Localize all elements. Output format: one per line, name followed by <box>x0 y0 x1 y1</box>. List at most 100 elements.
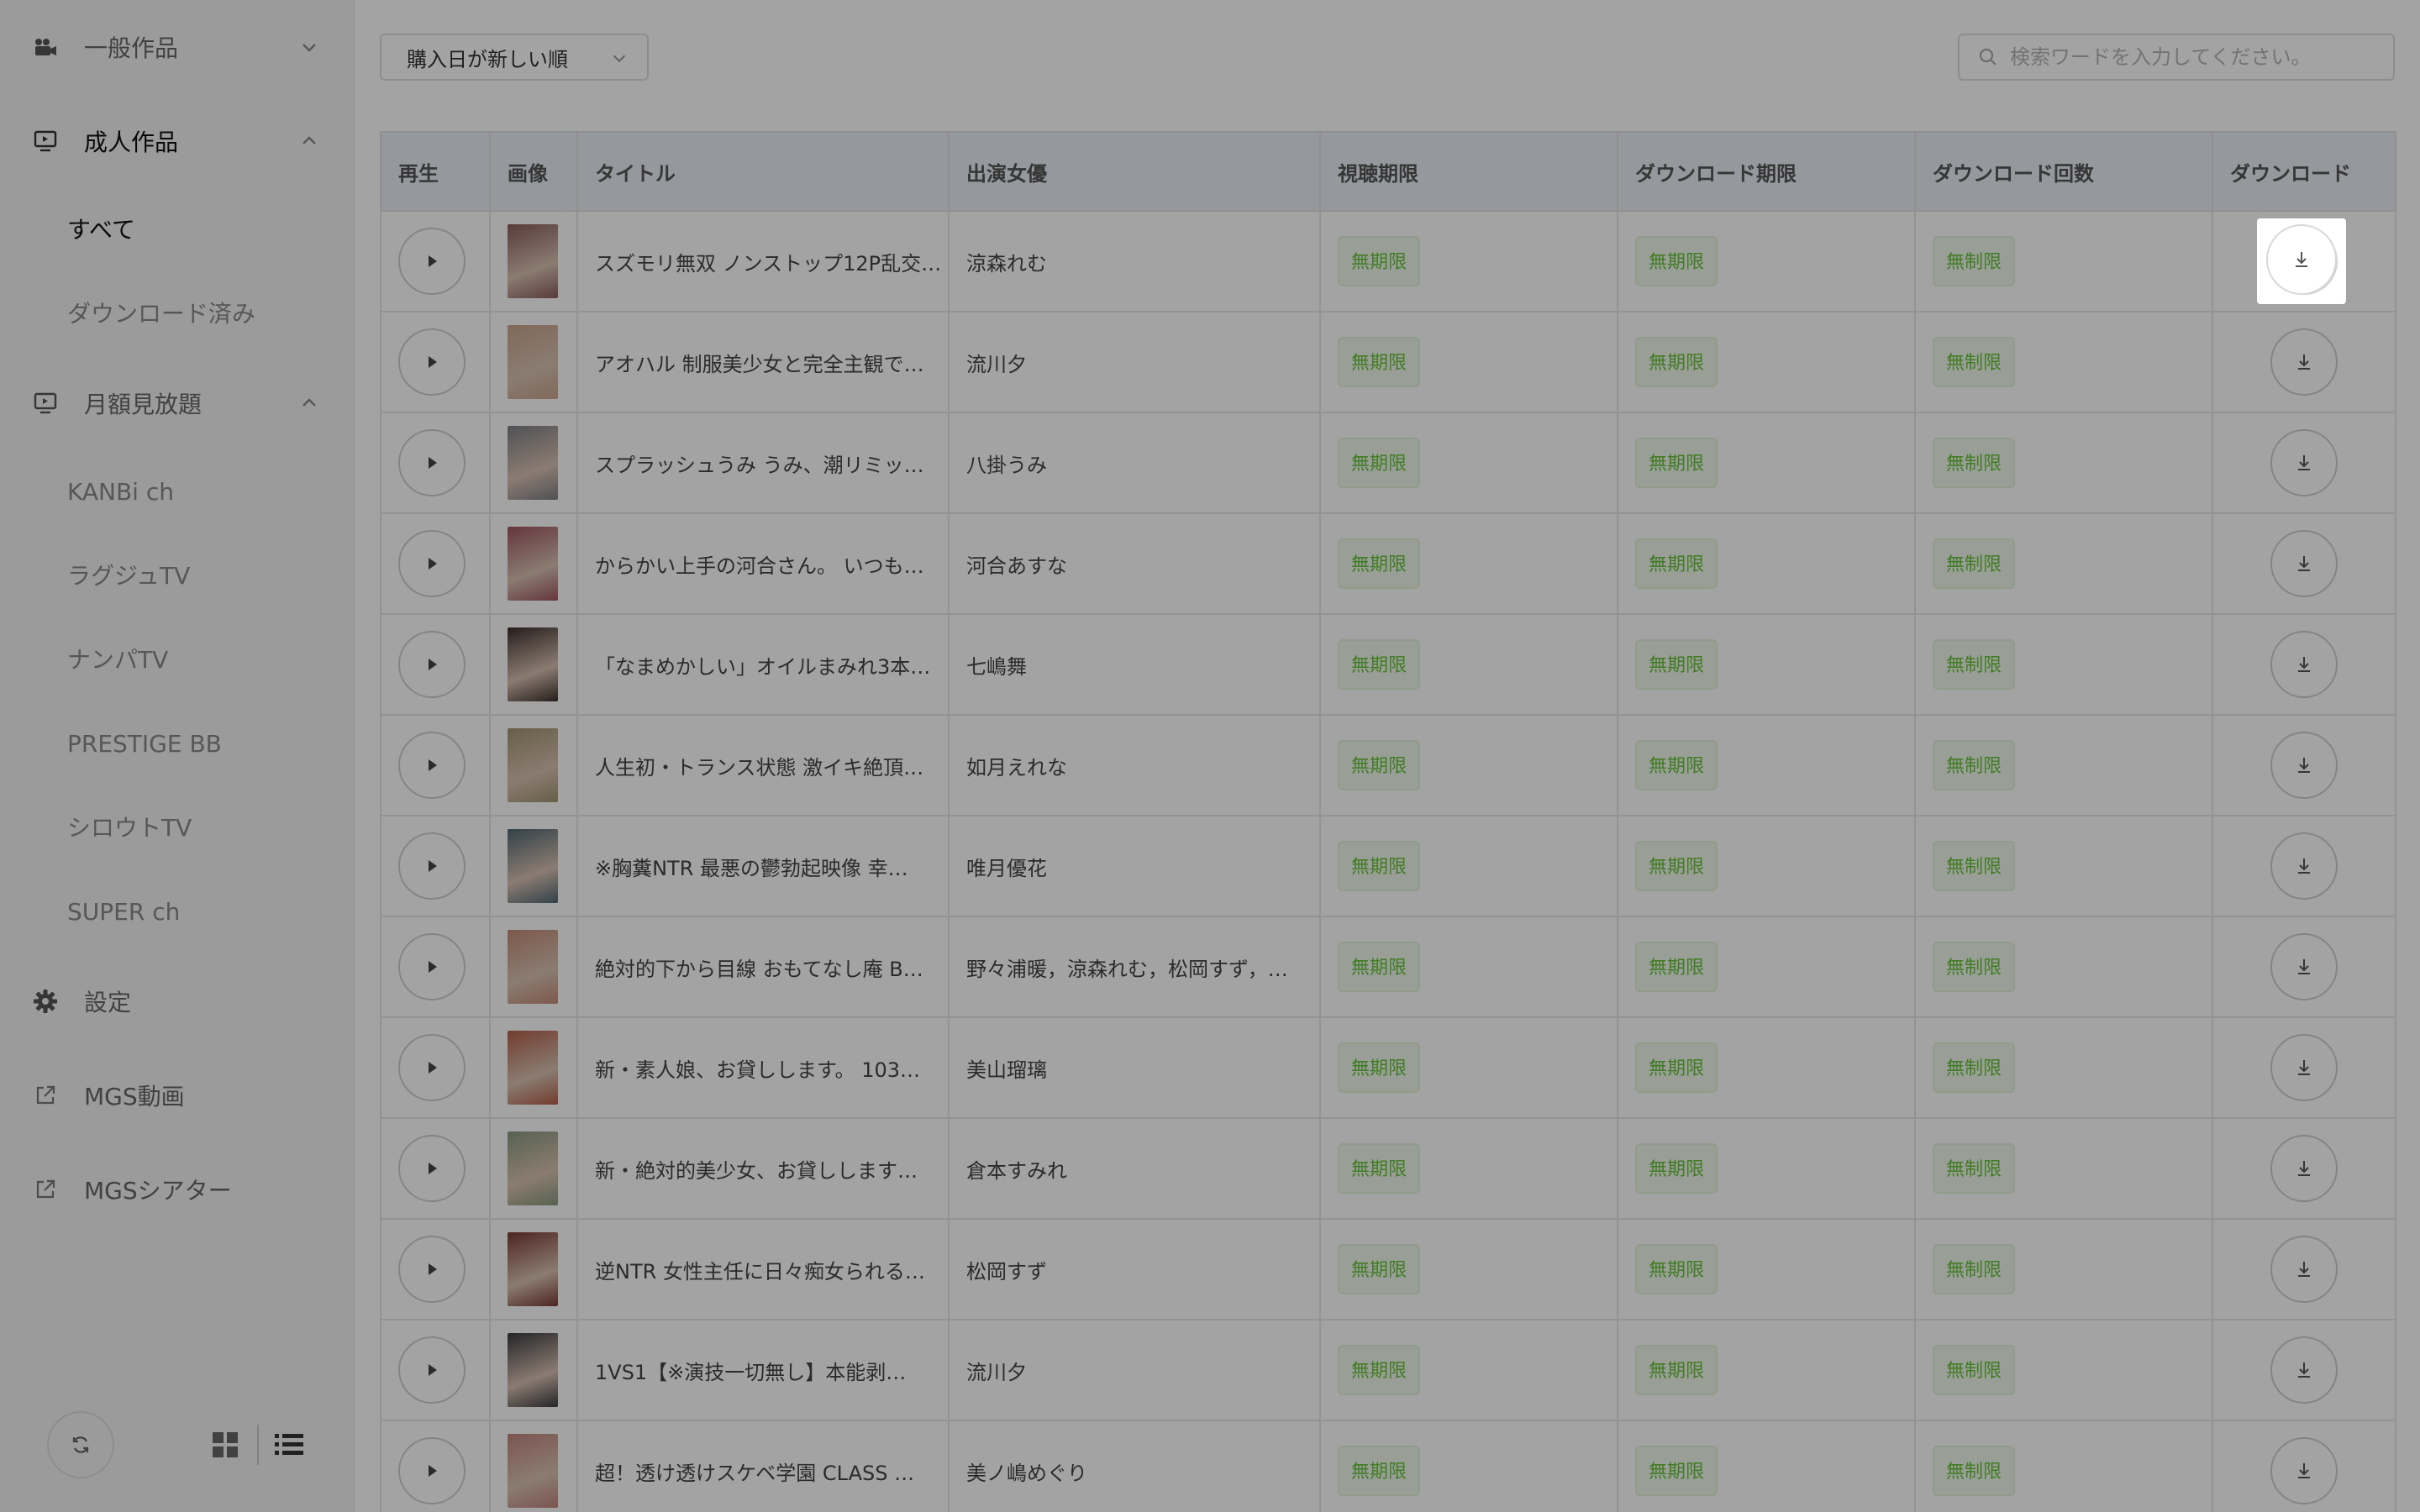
play-button[interactable] <box>398 1336 466 1404</box>
nav-link-mgs-theater[interactable]: MGSシアター <box>0 1156 355 1223</box>
cell-download <box>2212 916 2396 1018</box>
thumbnail-image[interactable] <box>508 829 558 903</box>
play-icon <box>429 860 437 872</box>
nav-adult-works[interactable]: 成人作品 <box>0 108 355 175</box>
nav-monthly[interactable]: 月額見放題 <box>0 370 355 437</box>
status-badge: 無制限 <box>1933 1042 2016 1093</box>
sidebar-item-downloaded[interactable]: ダウンロード済み <box>67 289 255 339</box>
cell-title: アオハル 制服美少女と完全主観で… <box>576 311 950 413</box>
play-button[interactable] <box>398 1135 466 1202</box>
download-icon <box>2298 1060 2310 1075</box>
download-icon <box>2298 556 2310 571</box>
list-view-icon[interactable] <box>274 1430 304 1460</box>
thumbnail-image[interactable] <box>508 1031 558 1105</box>
grid-view-icon[interactable] <box>212 1431 239 1458</box>
video-camera-icon <box>32 34 59 60</box>
cell-download <box>2212 1420 2396 1512</box>
play-button[interactable] <box>398 1437 466 1504</box>
col-header-image: 画像 <box>489 131 578 212</box>
play-button[interactable] <box>398 631 466 698</box>
col-header-download-count: ダウンロード回数 <box>1914 131 2213 212</box>
cell-image <box>489 1016 578 1119</box>
download-button[interactable] <box>2270 631 2338 698</box>
status-badge: 無制限 <box>1933 841 2016 891</box>
play-button[interactable] <box>398 732 466 799</box>
search-box[interactable] <box>1958 34 2395 81</box>
sidebar-item-superch[interactable]: SUPER ch <box>67 887 180 937</box>
download-button[interactable] <box>2270 530 2338 597</box>
download-button[interactable] <box>2270 732 2338 799</box>
nav-adult-works-label: 成人作品 <box>84 129 179 156</box>
download-button[interactable] <box>2270 832 2338 900</box>
status-badge: 無期限 <box>1635 740 1718 790</box>
sidebar-item-shiroutotv[interactable]: シロウトTV <box>67 803 192 853</box>
refresh-button[interactable] <box>47 1411 114 1478</box>
table-row: 人生初・トランス状態 激イキ絶頂… 如月えれな 無期限 無期限 無制限 <box>380 714 2396 816</box>
thumbnail-image[interactable] <box>508 627 558 701</box>
download-button[interactable] <box>2270 1236 2338 1303</box>
title-text: 人生初・トランス状態 激イキ絶頂… <box>595 755 924 780</box>
actress-text: 河合あすな <box>966 554 1067 578</box>
sort-select[interactable]: 購入日が新しい順 <box>380 34 649 81</box>
thumbnail-image[interactable] <box>508 1131 558 1205</box>
thumbnail-image[interactable] <box>508 728 558 802</box>
thumbnail-image[interactable] <box>508 930 558 1004</box>
play-button[interactable] <box>398 1236 466 1303</box>
status-badge: 無期限 <box>1635 538 1718 589</box>
title-text: 1VS1【※演技一切無し】本能剥… <box>595 1360 907 1384</box>
play-button[interactable] <box>398 1034 466 1101</box>
play-icon <box>429 356 437 368</box>
status-badge: 無期限 <box>1635 1446 1718 1496</box>
status-badge: 無期限 <box>1338 1042 1421 1093</box>
download-icon <box>2298 758 2310 773</box>
play-icon <box>429 457 437 469</box>
cell-view-limit: 無期限 <box>1319 613 1618 716</box>
sidebar-item-all[interactable]: すべて <box>67 205 135 255</box>
play-button[interactable] <box>398 530 466 597</box>
cell-actress: 美ノ嶋めぐり <box>948 1420 1321 1512</box>
download-button[interactable] <box>2270 933 2338 1000</box>
title-text: ※胸糞NTR 最悪の鬱勃起映像 幸… <box>595 856 908 880</box>
nav-link-mgs-video[interactable]: MGS動画 <box>0 1062 355 1129</box>
thumbnail-image[interactable] <box>508 1434 558 1508</box>
highlighted-download-button[interactable] <box>2266 224 2337 295</box>
download-icon <box>2298 1161 2310 1176</box>
cell-view-limit: 無期限 <box>1319 311 1618 413</box>
cell-download-count: 無制限 <box>1914 412 2213 514</box>
play-button[interactable] <box>398 832 466 900</box>
table-row: ※胸糞NTR 最悪の鬱勃起映像 幸… 唯月優花 無期限 無期限 無制限 <box>380 815 2396 917</box>
cell-actress: 流川夕 <box>948 1319 1321 1421</box>
thumbnail-image[interactable] <box>508 224 558 298</box>
cell-view-limit: 無期限 <box>1319 714 1618 816</box>
download-button[interactable] <box>2270 1034 2338 1101</box>
play-icon <box>429 759 437 771</box>
search-input[interactable] <box>2010 45 2380 69</box>
cell-view-limit: 無期限 <box>1319 1218 1618 1320</box>
thumbnail-image[interactable] <box>508 1232 558 1306</box>
nav-general-works[interactable]: 一般作品 <box>0 13 355 81</box>
sidebar-item-kanbi[interactable]: KANBi ch <box>67 467 174 517</box>
thumbnail-image[interactable] <box>508 325 558 399</box>
download-button[interactable] <box>2270 328 2338 396</box>
play-button[interactable] <box>398 933 466 1000</box>
play-button[interactable] <box>398 328 466 396</box>
sidebar-item-luxutv[interactable]: ラグジュTV <box>67 551 190 601</box>
play-button[interactable] <box>398 228 466 295</box>
play-button[interactable] <box>398 429 466 496</box>
download-button[interactable] <box>2270 429 2338 496</box>
sidebar-item-prestige[interactable]: PRESTIGE BB <box>67 719 222 769</box>
download-button[interactable] <box>2270 1135 2338 1202</box>
cell-actress: 野々浦暖，涼森れむ，松岡すず，… <box>948 916 1321 1018</box>
thumbnail-image[interactable] <box>508 426 558 500</box>
sidebar-item-nanpatv[interactable]: ナンパTV <box>67 635 168 685</box>
download-button[interactable] <box>2270 1336 2338 1404</box>
cell-download-limit: 無期限 <box>1617 916 1916 1018</box>
cell-download-limit: 無期限 <box>1617 1016 1916 1119</box>
download-button[interactable] <box>2270 1437 2338 1504</box>
thumbnail-image[interactable] <box>508 527 558 601</box>
thumbnail-image[interactable] <box>508 1333 558 1407</box>
actress-text: 流川夕 <box>966 352 1027 376</box>
cell-view-limit: 無期限 <box>1319 1319 1618 1421</box>
cell-title: 超！透け透けスケベ学園 CLASS … <box>576 1420 950 1512</box>
nav-settings[interactable]: 設定 <box>0 968 355 1035</box>
